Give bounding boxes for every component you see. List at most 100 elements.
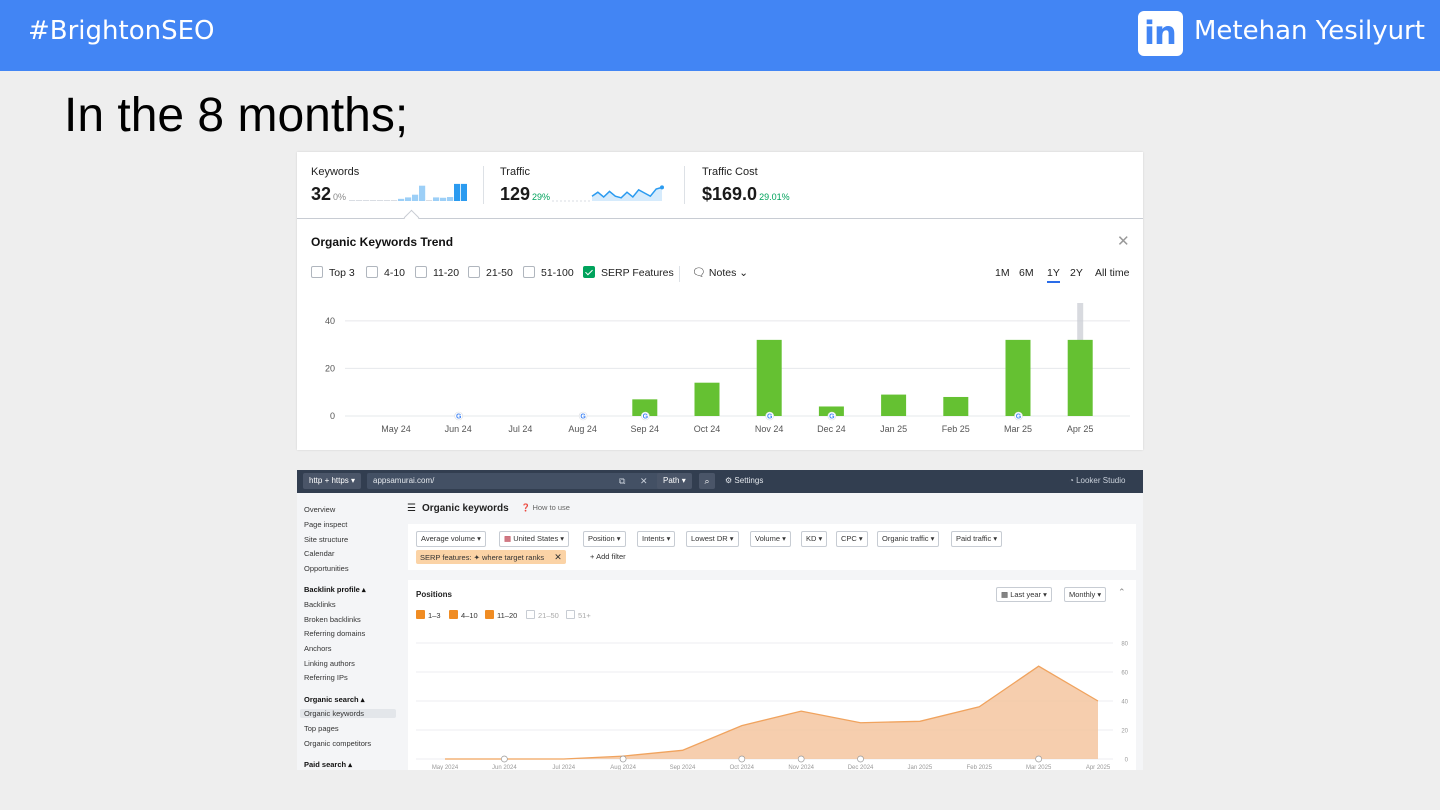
collapse-icon[interactable]: ⌃: [1118, 587, 1126, 598]
close-icon[interactable]: ✕: [1117, 232, 1130, 250]
x-tick-label: Mar 2025: [1026, 765, 1052, 770]
slide-header: #BrightonSEO in Metehan Yesilyurt: [0, 0, 1440, 71]
sparkline-bar: [384, 200, 391, 201]
filter-organic-traffic[interactable]: Organic traffic ▾: [877, 531, 940, 547]
protocol-label: http + https: [309, 476, 349, 485]
sidebar-item[interactable]: Anchors: [304, 644, 332, 653]
path-select[interactable]: Path ▾: [657, 473, 692, 489]
sidebar-section-header[interactable]: Organic search ▴: [304, 695, 364, 704]
x-tick-label: Mar 25: [1004, 424, 1032, 434]
filter-label: 11-20: [433, 267, 460, 279]
metric-traffic[interactable]: Traffic 129 29%: [500, 166, 550, 204]
positions-title: Positions: [416, 590, 453, 599]
google-icon-letter: G: [767, 414, 773, 421]
add-filter-button[interactable]: + Add filter: [590, 550, 626, 564]
sidebar-item[interactable]: Opportunities: [304, 564, 349, 573]
filter-label: Top 3: [329, 267, 355, 279]
filter-volume[interactable]: Volume ▾: [750, 531, 791, 547]
sidebar-item[interactable]: Backlinks: [304, 600, 336, 609]
period-label: Last year ▾: [1010, 590, 1047, 599]
settings-label: Settings: [734, 476, 764, 485]
filter-cpc[interactable]: CPC ▾: [836, 531, 868, 547]
filter-position[interactable]: Position ▾: [583, 531, 626, 547]
range-2y[interactable]: 2Y: [1070, 267, 1083, 279]
x-tick-label: Jan 25: [880, 424, 907, 434]
sidebar-item[interactable]: Broken backlinks: [304, 615, 361, 624]
sidebar-item[interactable]: Linking authors: [304, 659, 355, 668]
checkbox-icon: [415, 266, 427, 278]
legend-4-10[interactable]: 4–10: [449, 610, 478, 620]
external-link-icon[interactable]: ⧉: [619, 473, 625, 489]
sidebar-item[interactable]: Site structure: [304, 535, 348, 544]
sidebar-item[interactable]: Organic keywords: [300, 709, 396, 718]
filter-intents[interactable]: Intents ▾: [637, 531, 676, 547]
linkedin-logo-text: in: [1144, 14, 1177, 52]
bar: [943, 396, 969, 416]
google-icon-letter: G: [580, 414, 586, 421]
protocol-select[interactable]: http + https ▾: [303, 473, 362, 489]
metric-number: 129: [500, 184, 531, 204]
metric-label: Traffic: [500, 166, 530, 178]
sidebar-item[interactable]: Page inspect: [304, 520, 347, 529]
filter-average-volume[interactable]: Average volume ▾: [416, 531, 486, 547]
filter-11-20[interactable]: 11-20: [415, 266, 459, 279]
filter-serp-features[interactable]: SERP Features: [583, 266, 674, 279]
checkbox-icon: [566, 610, 575, 619]
sidebar-item[interactable]: Organic competitors: [304, 739, 371, 748]
settings-button[interactable]: ⚙ Settings: [725, 473, 763, 489]
filter-top3[interactable]: Top 3: [311, 266, 355, 279]
x-tick-label: Oct 24: [694, 424, 721, 434]
sparkline-bar: [440, 197, 447, 201]
legend-label: 11–20: [497, 611, 518, 620]
metric-traffic-cost[interactable]: Traffic Cost $169.0 29.01%: [702, 166, 790, 204]
range-6m[interactable]: 6M: [1019, 267, 1034, 279]
looker-label: Looker Studio: [1076, 476, 1126, 485]
filter-paid-traffic[interactable]: Paid traffic ▾: [951, 531, 1003, 547]
notes-dropdown[interactable]: 🗨 Notes ⌄: [692, 266, 748, 279]
legend-51-plus[interactable]: 51+: [566, 610, 591, 620]
sidebar-item[interactable]: Calendar: [304, 549, 334, 558]
range-all-time[interactable]: All time: [1095, 267, 1129, 279]
hashtag: #BrightonSEO: [28, 16, 215, 46]
period-select[interactable]: ▦ Last year ▾: [996, 587, 1052, 602]
x-tick-label: Nov 2024: [788, 765, 814, 770]
legend-21-50[interactable]: 21–50: [526, 610, 559, 620]
event-marker: [738, 755, 746, 763]
filter-lowest-dr[interactable]: Lowest DR ▾: [686, 531, 739, 547]
filter-21-50[interactable]: 21-50: [468, 266, 513, 279]
plus-icon: +: [590, 552, 595, 561]
filter-country[interactable]: ▦ United States ▾: [499, 531, 570, 547]
clear-icon[interactable]: ✕: [640, 473, 648, 489]
sidebar-item[interactable]: Top pages: [304, 724, 339, 733]
interval-select[interactable]: Monthly ▾: [1064, 587, 1107, 602]
x-tick-label: Jan 2025: [908, 765, 933, 770]
url-input[interactable]: appsamurai.com/: [367, 473, 661, 489]
sidebar-section-header[interactable]: Backlink profile ▴: [304, 585, 366, 594]
sidebar-item[interactable]: Overview: [304, 505, 335, 514]
hamburger-icon[interactable]: ☰: [407, 503, 416, 514]
event-marker: [857, 755, 864, 763]
filter-51-100[interactable]: 51-100: [523, 266, 574, 279]
filter-kd[interactable]: KD ▾: [801, 531, 828, 547]
how-to-use-link[interactable]: ❓ How to use: [521, 503, 570, 512]
how-to-use-label: How to use: [532, 503, 570, 512]
sparkline-bar: [419, 185, 426, 201]
metric-keywords[interactable]: Keywords 32 0%: [311, 166, 359, 204]
sidebar-item[interactable]: Referring domains: [304, 629, 365, 638]
search-icon[interactable]: ⌕: [699, 473, 715, 489]
serp-features-filter[interactable]: SERP features: ✦ where target ranks ✕: [416, 550, 566, 564]
checkbox-icon: [366, 266, 378, 278]
legend-11-20[interactable]: 11–20: [485, 610, 517, 620]
filter-4-10[interactable]: 4-10: [366, 266, 405, 279]
chevron-down-icon: ⌄: [739, 267, 749, 279]
range-1m[interactable]: 1M: [995, 267, 1010, 279]
sidebar-section-header[interactable]: Paid search ▴: [304, 760, 352, 769]
range-1y[interactable]: 1Y: [1047, 267, 1060, 283]
legend-1-3[interactable]: 1–3: [416, 610, 441, 620]
remove-filter-icon[interactable]: ✕: [554, 552, 562, 562]
metric-value: $169.0 29.01%: [702, 184, 790, 205]
x-tick-label: Apr 25: [1067, 424, 1094, 434]
looker-studio-button[interactable]: ◔ Looker Studio: [1069, 473, 1125, 489]
sidebar-item[interactable]: Referring IPs: [304, 673, 348, 682]
metric-label: Traffic Cost: [702, 166, 758, 178]
